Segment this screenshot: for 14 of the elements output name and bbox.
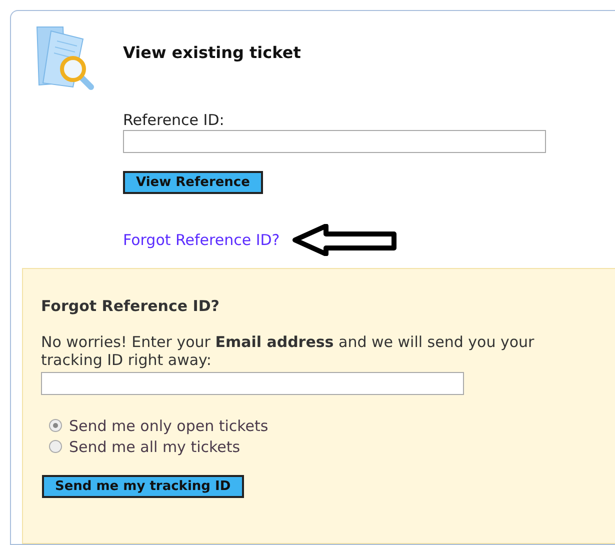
- radio-button[interactable]: [49, 419, 62, 432]
- send-tracking-id-button[interactable]: Send me my tracking ID: [42, 475, 244, 498]
- section-title: View existing ticket: [123, 42, 301, 62]
- radio-button[interactable]: [49, 440, 62, 453]
- option-label: Send me all my tickets: [69, 438, 240, 456]
- panel-description: No worries! Enter your Email address and we will send you your tracking ID right away:: [41, 333, 536, 369]
- reference-id-field[interactable]: [123, 130, 546, 153]
- email-field[interactable]: [41, 372, 464, 395]
- panel-title: Forgot Reference ID?: [41, 297, 220, 315]
- left-arrow-icon: [292, 224, 398, 256]
- option-label: Send me only open tickets: [69, 416, 268, 434]
- forgot-reference-link[interactable]: Forgot Reference ID?: [123, 231, 280, 249]
- view-reference-button[interactable]: View Reference: [123, 171, 263, 194]
- field-label: Reference ID:: [123, 111, 226, 129]
